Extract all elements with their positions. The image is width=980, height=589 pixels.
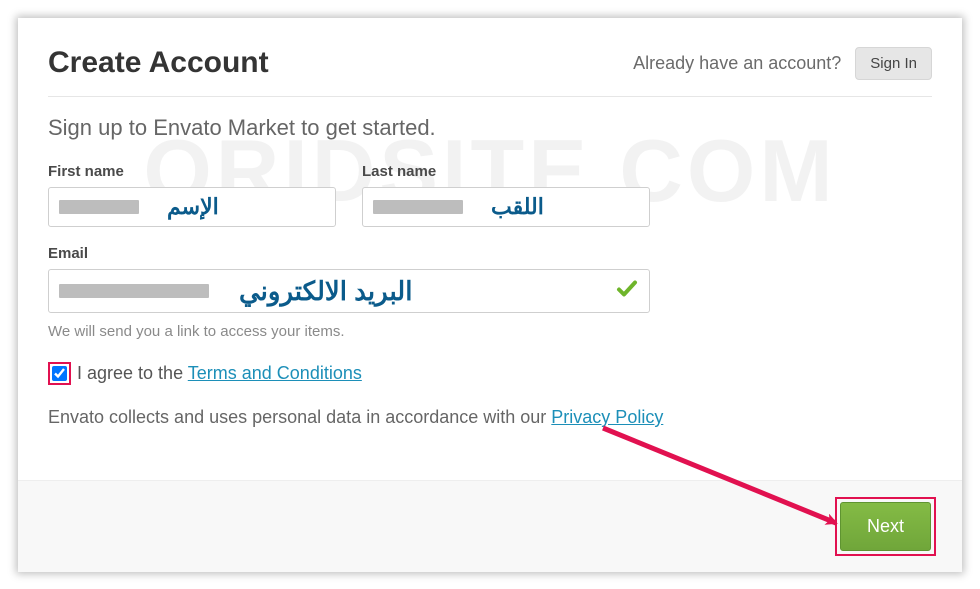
redacted-first-name bbox=[59, 200, 139, 214]
privacy-row: Envato collects and uses personal data i… bbox=[48, 407, 932, 428]
sign-in-button[interactable]: Sign In bbox=[855, 47, 932, 80]
agree-row: I agree to the Terms and Conditions bbox=[48, 362, 932, 385]
last-name-label: Last name bbox=[362, 163, 650, 180]
email-annotation: البريد الالكتروني bbox=[239, 276, 412, 307]
agree-prefix: I agree to the bbox=[77, 363, 188, 383]
last-name-input[interactable]: اللقب bbox=[362, 187, 650, 227]
page-title: Create Account bbox=[48, 46, 269, 80]
first-name-input[interactable]: الإسم bbox=[48, 187, 336, 227]
already-have-account-text: Already have an account? bbox=[633, 53, 841, 74]
checkmark-icon bbox=[615, 277, 639, 306]
last-name-field: Last name اللقب bbox=[362, 163, 650, 227]
email-input[interactable]: البريد الالكتروني bbox=[48, 269, 650, 313]
first-name-annotation: الإسم bbox=[167, 194, 219, 220]
privacy-policy-link[interactable]: Privacy Policy bbox=[551, 407, 663, 427]
next-button-highlight: Next bbox=[835, 497, 936, 556]
agree-checkbox[interactable] bbox=[52, 366, 67, 381]
email-field-group: Email البريد الالكتروني We will send you… bbox=[48, 245, 932, 340]
first-name-field: First name الإسم bbox=[48, 163, 336, 227]
last-name-annotation: اللقب bbox=[491, 194, 544, 220]
footer: Next bbox=[18, 480, 962, 572]
email-helper-text: We will send you a link to access your i… bbox=[48, 323, 932, 340]
first-name-label: First name bbox=[48, 163, 336, 180]
next-button[interactable]: Next bbox=[840, 502, 931, 551]
redacted-last-name bbox=[373, 200, 463, 214]
agree-checkbox-highlight bbox=[48, 362, 71, 385]
subtitle: Sign up to Envato Market to get started. bbox=[48, 115, 932, 141]
redacted-email bbox=[59, 284, 209, 298]
terms-link[interactable]: Terms and Conditions bbox=[188, 363, 362, 383]
email-label: Email bbox=[48, 245, 932, 262]
header: Create Account Already have an account? … bbox=[48, 46, 932, 97]
signup-panel: ORIDSITE.COM Create Account Already have… bbox=[18, 18, 962, 572]
privacy-prefix: Envato collects and uses personal data i… bbox=[48, 407, 551, 427]
